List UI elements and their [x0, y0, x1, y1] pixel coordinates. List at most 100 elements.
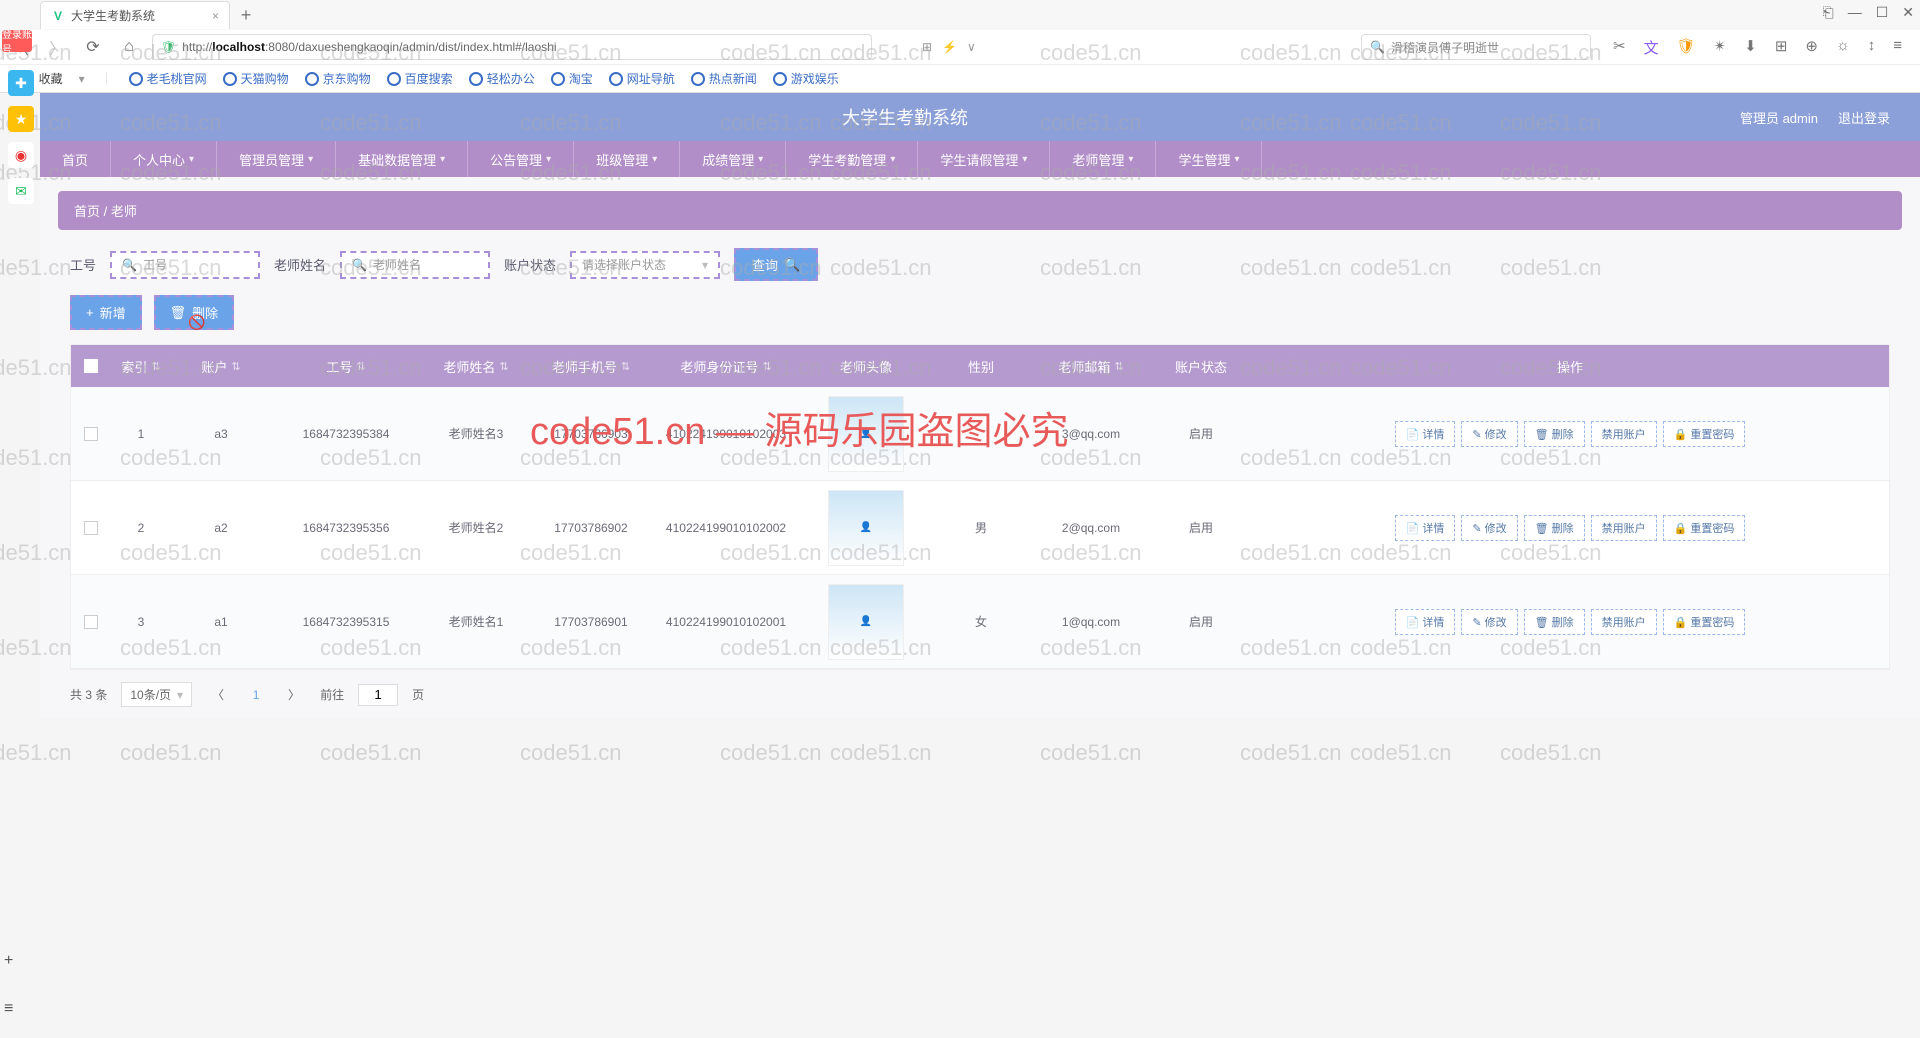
forward-icon[interactable]: 〉	[44, 34, 70, 60]
nav-admin[interactable]: 管理员管理▾	[217, 141, 336, 177]
table-row: 2 a2 1684732395356 老师姓名2 17703786902 410…	[71, 481, 1889, 575]
close-window-icon[interactable]: ✕	[1902, 4, 1914, 21]
row-checkbox[interactable]	[84, 615, 98, 629]
row-checkbox[interactable]	[84, 521, 98, 535]
chevron-down-icon[interactable]: ∨	[967, 40, 976, 54]
bookmark-item[interactable]: 老毛桃官网	[129, 70, 207, 87]
watermark: code51.cn	[1240, 740, 1342, 766]
status-select[interactable]: 请选择账户状态▾	[570, 251, 720, 279]
sun-icon[interactable]: ☼	[1836, 37, 1850, 58]
bookmark-item[interactable]: 京东购物	[305, 70, 371, 87]
maximize-icon[interactable]: ☐	[1876, 4, 1889, 21]
cell-account: a3	[171, 427, 271, 441]
select-all-checkbox[interactable]	[84, 359, 98, 373]
detail-button[interactable]: 📄 详情	[1395, 421, 1456, 447]
page-size-select[interactable]: 10条/页▾	[121, 682, 192, 707]
edit-button[interactable]: ✎ 修改	[1461, 515, 1517, 541]
nav-home[interactable]: 首页	[40, 141, 111, 177]
browser-tab[interactable]: V 大学生考勤系统 ×	[40, 1, 230, 29]
crumb-home[interactable]: 首页	[74, 204, 100, 219]
emp-input[interactable]: 🔍工号	[110, 251, 260, 279]
bookmark-item[interactable]: 天猫购物	[223, 70, 289, 87]
nav-class[interactable]: 班级管理▾	[574, 141, 680, 177]
prev-page-button[interactable]: 〈	[206, 683, 230, 707]
menu-icon[interactable]: ≡	[1893, 37, 1902, 58]
row-checkbox[interactable]	[84, 427, 98, 441]
bookmark-item[interactable]: 百度搜索	[387, 70, 453, 87]
row-delete-button[interactable]: 🗑 删除	[1524, 609, 1585, 635]
disable-button[interactable]: 禁用账户	[1591, 609, 1657, 635]
bolt-icon[interactable]: ⚡	[942, 40, 957, 54]
shortcut-mail-icon[interactable]: ✉	[8, 178, 34, 204]
logout-button[interactable]: 退出登录	[1838, 108, 1890, 127]
bookmark-item[interactable]: 热点新闻	[691, 70, 757, 87]
shortcut-star-icon[interactable]: ★	[8, 106, 34, 132]
cursor-ban-icon: 🚫	[188, 314, 205, 331]
page-1[interactable]: 1	[244, 683, 268, 707]
new-tab-button[interactable]: +	[232, 1, 260, 29]
bookmark-icon[interactable]: ⎗	[1823, 4, 1834, 21]
list-icon[interactable]: ↕	[1868, 37, 1876, 58]
reset-pwd-button[interactable]: 🔒 重置密码	[1663, 609, 1746, 635]
cell-phone: 17703786903	[531, 427, 651, 441]
grid-icon[interactable]: ⊞	[1775, 37, 1788, 58]
home-icon[interactable]: ⌂	[116, 34, 142, 60]
nav-attendance[interactable]: 学生考勤管理▾	[786, 141, 918, 177]
nav-leave[interactable]: 学生请假管理▾	[918, 141, 1050, 177]
disable-button[interactable]: 禁用账户	[1591, 421, 1657, 447]
shortcut-plus-icon[interactable]: ✚	[8, 70, 34, 96]
cell-id: 410224199010102003	[651, 427, 801, 441]
shield-check-icon[interactable]: 🛡	[1677, 37, 1696, 58]
bookmark-item[interactable]: 轻松办公	[469, 70, 535, 87]
edit-button[interactable]: ✎ 修改	[1461, 609, 1517, 635]
add-button[interactable]: +新增	[70, 295, 142, 330]
bookmark-item[interactable]: 淘宝	[551, 70, 593, 87]
reset-pwd-button[interactable]: 🔒 重置密码	[1663, 421, 1746, 447]
nav-announce[interactable]: 公告管理▾	[468, 141, 574, 177]
search-icon: 🔍	[784, 257, 800, 273]
cell-id: 410224199010102002	[651, 521, 801, 535]
minimize-icon[interactable]: —	[1848, 4, 1862, 21]
watermark: code51.cn	[830, 740, 932, 766]
row-delete-button[interactable]: 🗑 删除	[1524, 515, 1585, 541]
scissors-icon[interactable]: ✂	[1613, 37, 1626, 58]
query-button[interactable]: 查询🔍	[734, 248, 818, 281]
user-label[interactable]: 管理员 admin	[1740, 108, 1818, 127]
next-page-button[interactable]: 〉	[282, 683, 306, 707]
login-badge[interactable]: 登录账号	[2, 30, 32, 52]
cell-status: 启用	[1151, 519, 1251, 536]
list-toggle-icon[interactable]: ≡	[4, 1000, 13, 1018]
sparkle-icon[interactable]: ✴	[1714, 37, 1727, 58]
cell-account: a1	[171, 615, 271, 629]
translate-icon[interactable]: 文	[1644, 37, 1659, 58]
reload-icon[interactable]: ⟳	[80, 34, 106, 60]
search-input[interactable]: 🔍 滑稽演员傅子明逝世	[1361, 34, 1591, 60]
nav-base-data[interactable]: 基础数据管理▾	[336, 141, 468, 177]
url-input[interactable]: 🛡 http://localhost:8080/daxueshengkaoqin…	[152, 34, 872, 60]
row-delete-button[interactable]: 🗑 删除	[1524, 421, 1585, 447]
goto-input[interactable]	[358, 684, 398, 706]
disable-button[interactable]: 禁用账户	[1591, 515, 1657, 541]
cell-id: 410224199010102001	[651, 615, 801, 629]
bookmark-item[interactable]: 网址导航	[609, 70, 675, 87]
nav-teacher[interactable]: 老师管理▾	[1050, 141, 1156, 177]
bookmark-item[interactable]: 游戏娱乐	[773, 70, 839, 87]
globe-icon[interactable]: ⊕	[1805, 37, 1818, 58]
status-label: 账户状态	[504, 255, 556, 274]
plus-icon[interactable]: +	[4, 952, 13, 970]
edit-button[interactable]: ✎ 修改	[1461, 421, 1517, 447]
close-icon[interactable]: ×	[212, 9, 219, 23]
reset-pwd-button[interactable]: 🔒 重置密码	[1663, 515, 1746, 541]
qr-icon[interactable]: ⊞	[922, 40, 932, 54]
download-icon[interactable]: ⬇	[1744, 37, 1757, 58]
shortcut-weibo-icon[interactable]: ◉	[8, 142, 34, 168]
nav-student[interactable]: 学生管理▾	[1156, 141, 1262, 177]
detail-button[interactable]: 📄 详情	[1395, 609, 1456, 635]
cell-status: 启用	[1151, 613, 1251, 630]
nav-grade[interactable]: 成绩管理▾	[680, 141, 786, 177]
detail-button[interactable]: 📄 详情	[1395, 515, 1456, 541]
filter-bar: 工号 🔍工号 老师姓名 🔍老师姓名 账户状态 请选择账户状态▾ 查询🔍	[40, 240, 1920, 289]
name-input[interactable]: 🔍老师姓名	[340, 251, 490, 279]
browser-chrome: V 大学生考勤系统 × + ⎗ — ☐ ✕ 〈 〉 ⟳ ⌂ 🛡 http://l…	[0, 0, 1920, 93]
nav-personal[interactable]: 个人中心▾	[111, 141, 217, 177]
